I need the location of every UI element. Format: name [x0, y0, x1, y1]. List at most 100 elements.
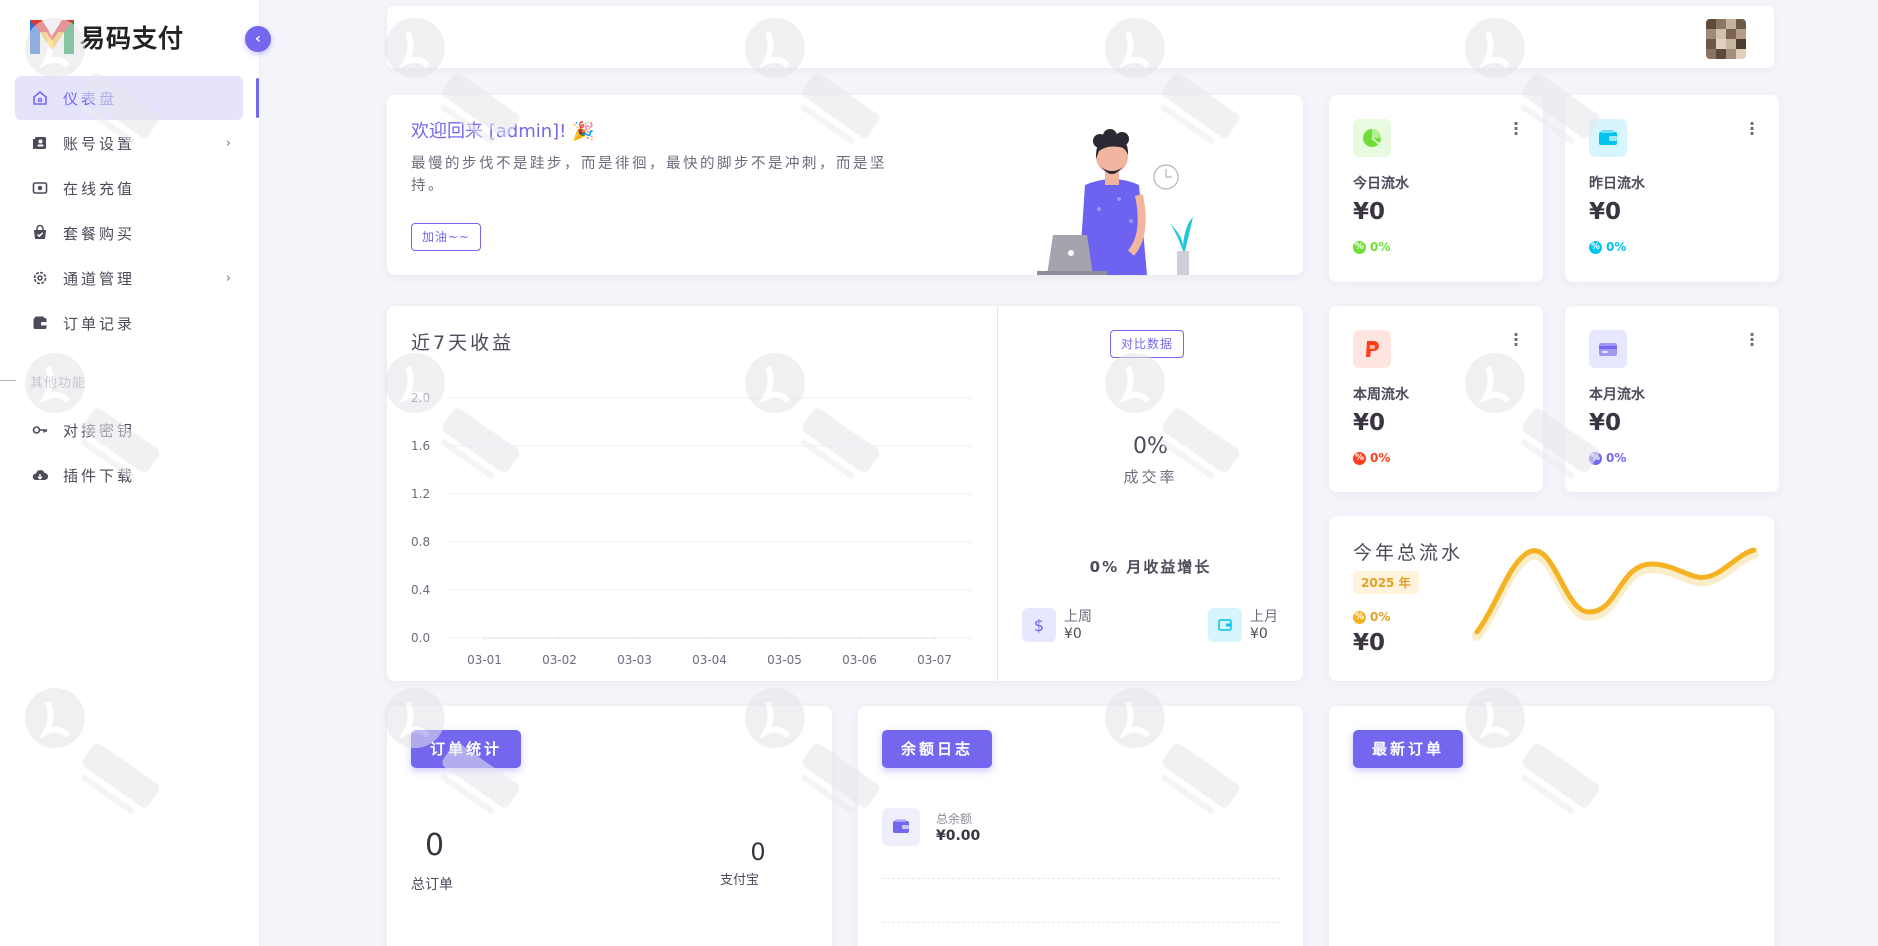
last-month-label: 上月 [1250, 609, 1278, 625]
year-total-card: 今年总流水 2025 年 % 0% ¥0 [1329, 516, 1774, 681]
income-data-point [558, 636, 561, 640]
sidebar-item-account[interactable]: 账号设置 › [15, 121, 243, 165]
x-tick-label: 03-04 [692, 653, 727, 666]
latest-orders-card: 最新订单 [1329, 706, 1774, 946]
sidebar-item-label: 套餐购买 [63, 224, 136, 243]
cheer-button[interactable]: 加油~~ [411, 223, 482, 251]
stat-change: % 0% [1353, 240, 1390, 254]
chart-title: 近7天收益 [411, 332, 515, 354]
y-tick-label: 0.4 [411, 583, 430, 597]
x-tick-label: 03-05 [767, 653, 802, 666]
top-navbar [387, 6, 1774, 68]
compare-data-button[interactable]: 对比数据 [1110, 330, 1185, 358]
x-tick-label: 03-01 [467, 653, 502, 666]
income-data-point [933, 636, 936, 640]
y-tick-label: 1.2 [411, 487, 430, 501]
stat-change: % 0% [1353, 451, 1390, 465]
sidebar-item-orders[interactable]: 订单记录 [15, 301, 243, 345]
x-tick-label: 03-06 [842, 653, 877, 666]
sidebar-item-label: 通道管理 [63, 269, 136, 288]
sidebar-nav: 仪表盘 账号设置 › 在线充值 套餐购买 通道管理 › 订单记录 [15, 76, 243, 346]
logo-icon [30, 20, 74, 54]
order-stats-button[interactable]: 订单统计 [411, 730, 522, 768]
sidebar: 易码支付 ‹ 仪表盘 账号设置 › 在线充值 套餐购买 通道管理 › 订单记录 … [0, 0, 271, 946]
balance-log-card: 余额日志 总余额 ¥0.00 [858, 706, 1303, 946]
conversion-rate-label: 成交率 [1123, 468, 1178, 486]
paypal-icon [1353, 330, 1391, 368]
brand-logo[interactable]: 易码支付 [28, 16, 184, 58]
shopping-bag-icon [31, 224, 49, 242]
sidebar-item-plugin-download[interactable]: 插件下载 [15, 453, 243, 497]
more-vertical-icon[interactable]: · · · [1749, 116, 1755, 142]
income-data-point [858, 636, 861, 640]
credit-card-icon [1589, 330, 1627, 368]
income-data-point [708, 636, 711, 640]
wallet-icon [1208, 608, 1242, 642]
gear-icon [31, 269, 49, 287]
stat-value: ¥0 [1353, 199, 1386, 225]
sidebar-item-label: 在线充值 [63, 179, 136, 198]
welcome-title: 欢迎回来 [admin]! 🎉 [411, 121, 595, 142]
stat-change: % 0% [1589, 240, 1626, 254]
conversion-rate-value: 0% [1133, 434, 1168, 459]
stat-label: 今日流水 [1353, 176, 1409, 192]
account-icon [31, 134, 49, 152]
stat-value: ¥0 [1589, 410, 1622, 436]
percent-icon: % [1589, 451, 1602, 465]
sidebar-section-label: 其他功能 [30, 376, 87, 391]
sidebar-item-api-keys[interactable]: 对接密钥 [15, 408, 243, 452]
year-trend-sparkline [1472, 547, 1759, 641]
stat-change-value: 0% [1370, 240, 1391, 254]
stat-change-value: 0% [1606, 451, 1627, 465]
income-line-chart: 0.0 0.4 0.8 1.2 1.6 2.0 03-01 03-02 03-03 03-04 03… [411, 391, 972, 666]
y-tick-label: 0.0 [411, 631, 430, 645]
dollar-icon: $ [1022, 608, 1056, 642]
welcome-quote: 最慢的步伐不是跬步，而是徘徊，最快的脚步不是冲刺，而是坚持。 [411, 156, 887, 194]
wallet-icon [882, 808, 920, 846]
list-divider [882, 878, 1280, 879]
latest-orders-button[interactable]: 最新订单 [1353, 730, 1464, 768]
user-avatar[interactable] [1706, 19, 1746, 59]
sidebar-item-dashboard[interactable]: 仪表盘 [15, 76, 243, 120]
sidebar-item-packages[interactable]: 套餐购买 [15, 211, 243, 255]
sidebar-item-label: 订单记录 [63, 314, 136, 333]
balance-log-button[interactable]: 余额日志 [882, 730, 993, 768]
chevron-right-icon: › [225, 270, 231, 286]
order-stats-card: 订单统计 0 总订单 0 支付宝 [387, 706, 832, 946]
sidebar-item-label: 对接密钥 [63, 421, 136, 440]
more-vertical-icon[interactable]: · · · [1513, 327, 1519, 353]
total-balance-value: ¥0.00 [936, 828, 981, 844]
brand-name: 易码支付 [80, 24, 185, 53]
week-flow-card: · · · 本周流水 ¥0 % 0% [1329, 306, 1543, 492]
sidebar-item-label: 插件下载 [63, 466, 136, 485]
wallet-icon [1589, 119, 1627, 157]
chevron-right-icon: › [225, 135, 231, 151]
alipay-orders-label: 支付宝 [720, 873, 760, 888]
last-month-value: ¥0 [1250, 626, 1268, 642]
x-tick-label: 03-07 [917, 653, 952, 666]
home-icon [31, 89, 49, 107]
percent-icon: % [1353, 610, 1366, 624]
month-flow-card: · · · 本月流水 ¥0 % 0% [1565, 306, 1779, 492]
sidebar-item-channels[interactable]: 通道管理 › [15, 256, 243, 300]
sidebar-item-label: 账号设置 [63, 134, 136, 153]
active-indicator [256, 78, 259, 118]
list-divider [882, 922, 1280, 923]
more-vertical-icon[interactable]: · · · [1513, 116, 1519, 142]
more-vertical-icon[interactable]: · · · [1749, 327, 1755, 353]
stat-label: 昨日流水 [1589, 176, 1645, 192]
stat-label: 本周流水 [1353, 387, 1409, 403]
sidebar-item-recharge[interactable]: 在线充值 [15, 166, 243, 210]
cloud-download-icon [31, 466, 49, 484]
percent-icon: % [1589, 240, 1602, 254]
stat-value: ¥0 [1353, 410, 1386, 436]
chevron-left-icon: ‹ [255, 31, 261, 47]
sidebar-nav-secondary: 对接密钥 插件下载 [15, 408, 243, 498]
recharge-icon [31, 179, 49, 197]
last-week-value: ¥0 [1064, 626, 1082, 642]
yesterday-flow-card: · · · 昨日流水 ¥0 % 0% [1565, 95, 1779, 282]
stat-value: ¥0 [1589, 199, 1622, 225]
year-badge: 2025 年 [1353, 571, 1419, 594]
sidebar-collapse-button[interactable]: ‹ [245, 26, 271, 52]
section-divider [0, 380, 16, 381]
